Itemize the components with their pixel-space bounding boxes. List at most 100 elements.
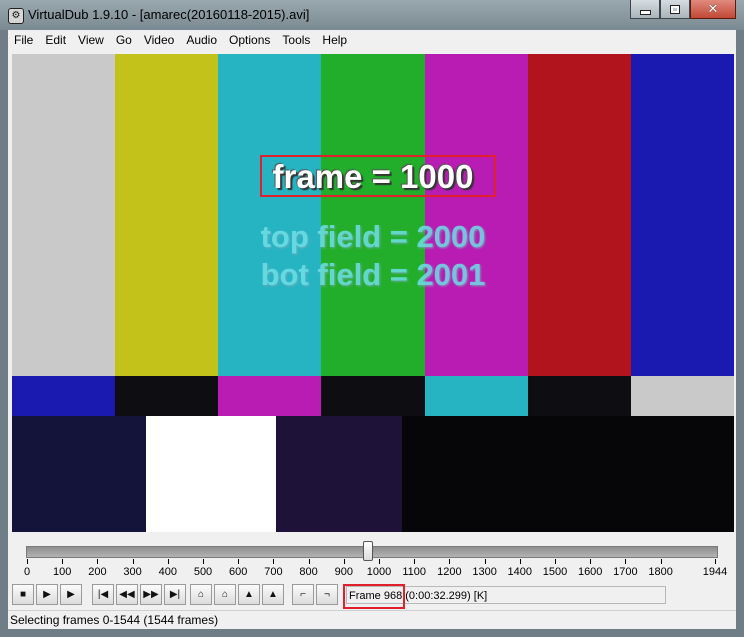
slider-tick (555, 559, 556, 564)
slider-tick (484, 559, 486, 564)
pluge-bars (12, 416, 734, 532)
next-scene-button[interactable]: ▲ (262, 584, 284, 605)
position-slider-thumb[interactable] (362, 541, 373, 561)
frame-label-highlight-box (343, 584, 405, 609)
color-bar-0 (12, 54, 116, 376)
slider-tick-label: 1500 (542, 566, 568, 578)
status-bar: Selecting frames 0-1544 (1544 frames) (8, 610, 736, 629)
color-bar-3 (321, 54, 425, 376)
slider-tick-label: 1600 (577, 566, 603, 578)
minimize-icon (639, 9, 651, 15)
slider-tick (715, 559, 716, 564)
slider-tick (167, 559, 169, 564)
slider-tick (203, 559, 204, 564)
menu-options[interactable]: Options (223, 30, 276, 50)
color-bars-middle (12, 376, 734, 416)
slider-tick-label: 0 (23, 566, 31, 578)
slider-tick (27, 559, 28, 564)
slider-tick-label: 1000 (366, 566, 392, 578)
color-bars-top (12, 54, 734, 376)
slider-tick-label: 1700 (613, 566, 638, 578)
slider-tick (414, 559, 416, 564)
slider-tick (449, 559, 451, 564)
next-frame-button[interactable]: ▶▶ (140, 584, 162, 605)
prev-keyframe-button[interactable]: ⌂ (190, 584, 212, 605)
slider-tick (519, 559, 521, 564)
slider-tick (379, 559, 380, 564)
mid-bar-2 (218, 376, 322, 416)
menu-help[interactable]: Help (316, 30, 353, 50)
slider-tick-label: 1200 (437, 566, 462, 578)
mid-bar-5 (527, 376, 631, 416)
slider-tick (132, 559, 134, 564)
mid-bar-3 (321, 376, 425, 416)
slider-tick-label: 1100 (402, 566, 427, 578)
go-start-button[interactable]: |◀ (92, 584, 114, 605)
slider-tick-label: 1300 (472, 566, 497, 578)
color-bar-5 (527, 54, 631, 376)
slider-tick-label: 500 (193, 566, 213, 578)
window-controls: ✕ (630, 0, 736, 20)
video-pane[interactable]: frame = 1000 top field = 2000 bot field … (12, 54, 734, 532)
slider-tick (62, 559, 64, 564)
mid-bar-6 (630, 376, 734, 416)
slider-tick (238, 559, 240, 564)
slider-tick-labels: 0 100 200 300 400 500 600 700 800 900 1000 1100 1200… (8, 566, 736, 580)
pluge-white (146, 416, 276, 532)
minimize-button[interactable] (630, 0, 660, 19)
mid-bar-4 (424, 376, 528, 416)
slider-tick-label: 300 (123, 566, 142, 578)
slider-tick-label: 1800 (648, 566, 673, 578)
slider-tick (343, 559, 345, 564)
maximize-button[interactable] (660, 0, 690, 19)
menu-view[interactable]: View (72, 30, 110, 50)
playback-toolbar: Frame 968 (0:00:32.299) [K] ■ ▶ ▶ |◀ ◀◀ ▶▶ ▶| ⌂… (12, 584, 732, 609)
mark-in-button[interactable]: ⌐ (292, 584, 314, 605)
title-bar[interactable]: ⚙ VirtualDub 1.9.10 - [amarec(20160118-2… (0, 0, 744, 30)
top-field-overlay: top field = 2000 (260, 219, 486, 254)
window-title: VirtualDub 1.9.10 - [amarec(20160118-201… (28, 7, 310, 22)
menu-audio[interactable]: Audio (180, 30, 223, 50)
pluge-purple (276, 416, 402, 532)
color-bar-1 (115, 54, 219, 376)
menu-bar: File Edit View Go Video Audio Options To… (8, 30, 736, 50)
slider-tick-label: 600 (229, 566, 248, 578)
slider-tick-label: 100 (53, 566, 72, 578)
menu-video[interactable]: Video (138, 30, 180, 50)
prev-scene-button[interactable]: ▲ (238, 584, 260, 605)
slider-tick (308, 559, 310, 564)
frame-highlight-box (260, 155, 496, 197)
bot-field-overlay: bot field = 2001 (260, 257, 486, 292)
maximize-icon (670, 4, 680, 14)
color-bar-4 (424, 54, 528, 376)
slider-tick (625, 559, 627, 564)
pluge-black (402, 416, 734, 532)
play-output-button[interactable]: ▶ (60, 584, 82, 605)
status-text: Selecting frames 0-1544 (1544 frames) (10, 613, 219, 627)
client-area: File Edit View Go Video Audio Options To… (8, 30, 736, 629)
slider-tick-label: 700 (264, 566, 283, 578)
pluge-dark-blue (12, 416, 146, 532)
app-icon[interactable]: ⚙ (8, 8, 24, 24)
close-button[interactable]: ✕ (690, 0, 736, 19)
go-end-button[interactable]: ▶| (164, 584, 186, 605)
slider-tick-label: 900 (334, 566, 353, 578)
slider-tick-label: 400 (158, 566, 177, 578)
slider-tick-label: 1400 (507, 566, 533, 578)
prev-frame-button[interactable]: ◀◀ (116, 584, 138, 605)
mark-out-button[interactable]: ¬ (316, 584, 338, 605)
menu-go[interactable]: Go (110, 30, 138, 50)
slider-tick-label: 200 (88, 566, 107, 578)
menu-tools[interactable]: Tools (276, 30, 316, 50)
slider-tick (273, 559, 275, 564)
close-icon: ✕ (707, 1, 719, 16)
next-keyframe-button[interactable]: ⌂ (214, 584, 236, 605)
slider-tick-label: 1944 (702, 566, 728, 578)
mid-bar-0 (12, 376, 116, 416)
play-input-button[interactable]: ▶ (36, 584, 58, 605)
menu-file[interactable]: File (8, 30, 39, 50)
stop-button[interactable]: ■ (12, 584, 34, 605)
color-bar-6 (630, 54, 734, 376)
slider-tick (97, 559, 99, 564)
menu-edit[interactable]: Edit (39, 30, 72, 50)
